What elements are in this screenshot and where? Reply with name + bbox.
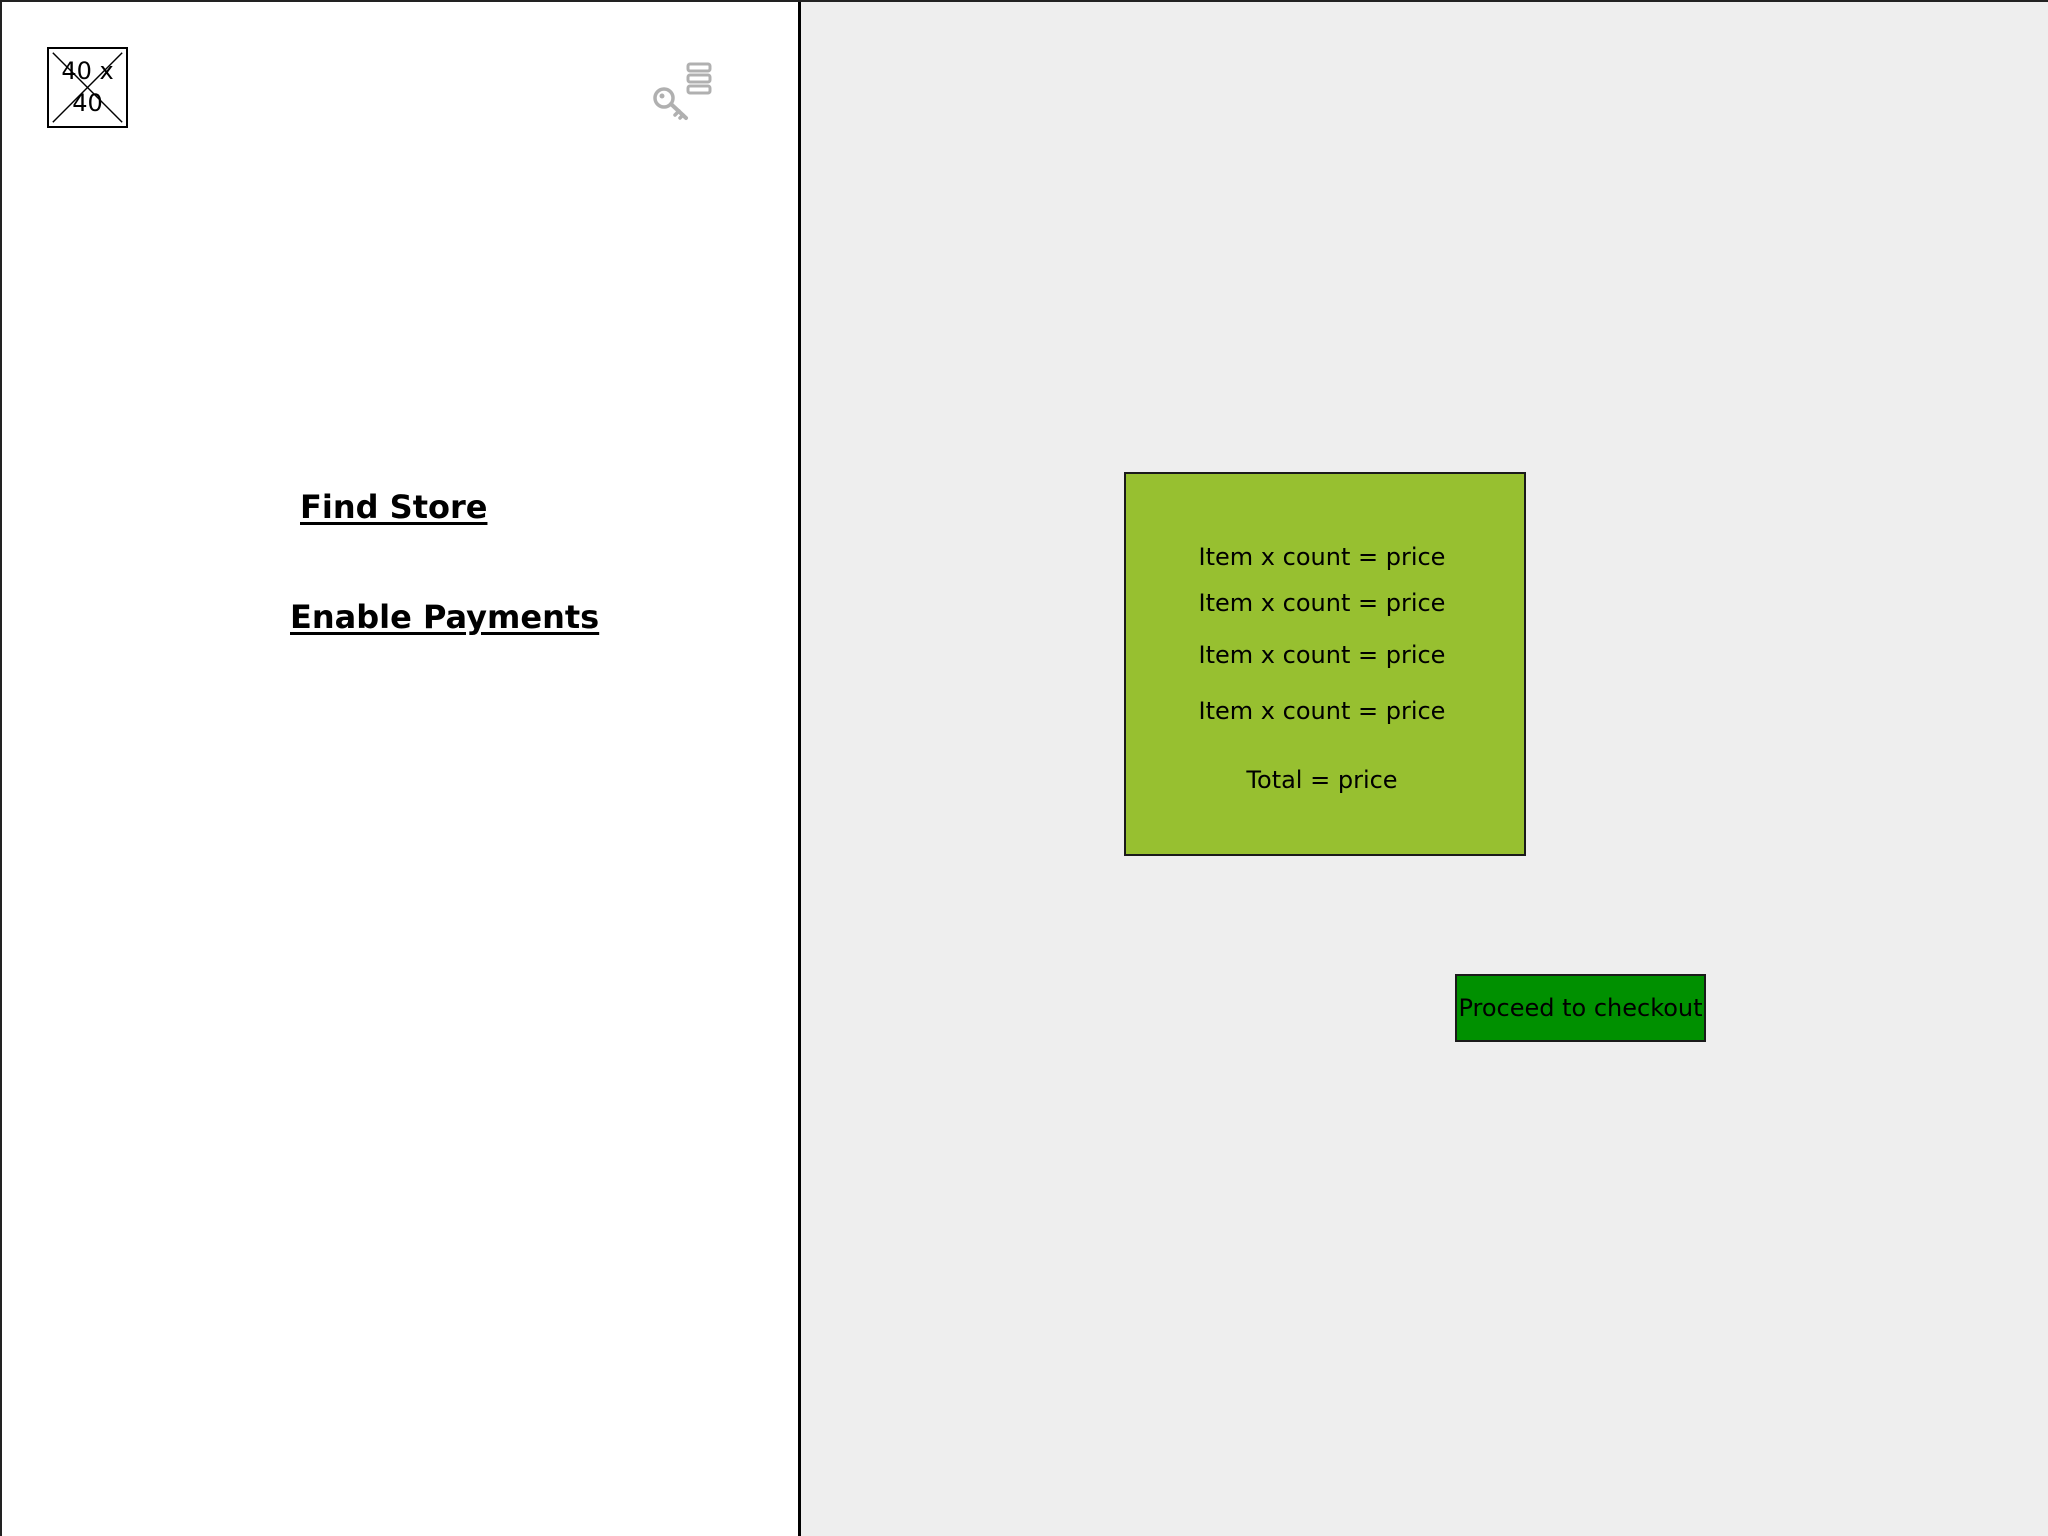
order-line-item: Item x count = price xyxy=(1198,589,1446,617)
order-summary-card: Item x count = price Item x count = pric… xyxy=(1124,472,1526,856)
order-line-item: Item x count = price xyxy=(1198,543,1446,571)
sidebar: 40 x 40 Find Store Enable Payments xyxy=(0,0,801,1536)
logo-placeholder-text: 40 x 40 xyxy=(61,57,114,117)
order-line-item: Item x count = price xyxy=(1198,641,1446,669)
order-total: Total = price xyxy=(1246,766,1398,794)
order-line-item: Item x count = price xyxy=(1198,697,1446,725)
top-border xyxy=(0,0,2048,2)
find-store-link[interactable]: Find Store xyxy=(300,488,487,526)
proceed-to-checkout-button[interactable]: Proceed to checkout xyxy=(1455,974,1706,1042)
key-settings-icon[interactable] xyxy=(650,58,716,124)
app-root: 40 x 40 Find Store Enable Payments Item … xyxy=(0,0,2048,1536)
logo-placeholder-image: 40 x 40 xyxy=(47,47,128,128)
left-border xyxy=(0,0,2,1536)
enable-payments-link[interactable]: Enable Payments xyxy=(290,598,599,636)
